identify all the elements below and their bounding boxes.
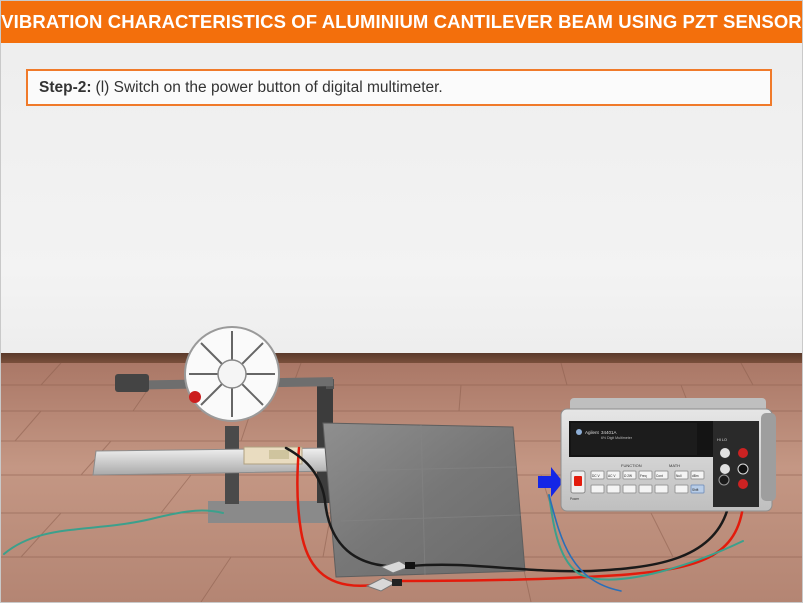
terminal-sense-lo[interactable] [720, 464, 730, 474]
key-ohm: Ω 2W [624, 474, 632, 478]
lab-scene: Agilent 34401A 6½ Digit Multimeter HI LO… [1, 326, 802, 602]
terminal-label: HI LO [717, 438, 727, 442]
simulation-frame: VIBRATION CHARACTERISTICS OF ALUMINIUM C… [0, 0, 803, 603]
terminal-sense-hi[interactable] [720, 448, 730, 458]
key-null: Null [676, 474, 682, 478]
power-label: Power [570, 497, 580, 501]
terminal-input-lo[interactable] [737, 463, 749, 475]
digital-multimeter: Agilent 34401A 6½ Digit Multimeter HI LO… [560, 398, 776, 512]
unbalanced-rotor-disc [184, 326, 280, 422]
subtitle-label: 6½ Digit Multimeter [601, 436, 633, 440]
model-label: 34401A [601, 430, 617, 435]
terminal-input-hi[interactable] [738, 448, 748, 458]
brand-label: Agilent [585, 430, 600, 435]
key-cont: Cont [656, 474, 663, 478]
pzt-sensor [269, 450, 289, 459]
key-shift: Shift [692, 488, 698, 492]
key-dbm: dBm [692, 474, 699, 478]
function-label: FUNCTION [621, 463, 642, 468]
key-dcv: DC V [592, 474, 600, 478]
display-screen [571, 423, 697, 455]
terminal-current[interactable] [738, 479, 748, 489]
math-label: MATH [669, 463, 680, 468]
key-acv: AC V [608, 474, 616, 478]
key-freq: Freq [640, 474, 647, 478]
power-button[interactable] [574, 476, 582, 486]
mass-marker-icon [189, 391, 201, 403]
